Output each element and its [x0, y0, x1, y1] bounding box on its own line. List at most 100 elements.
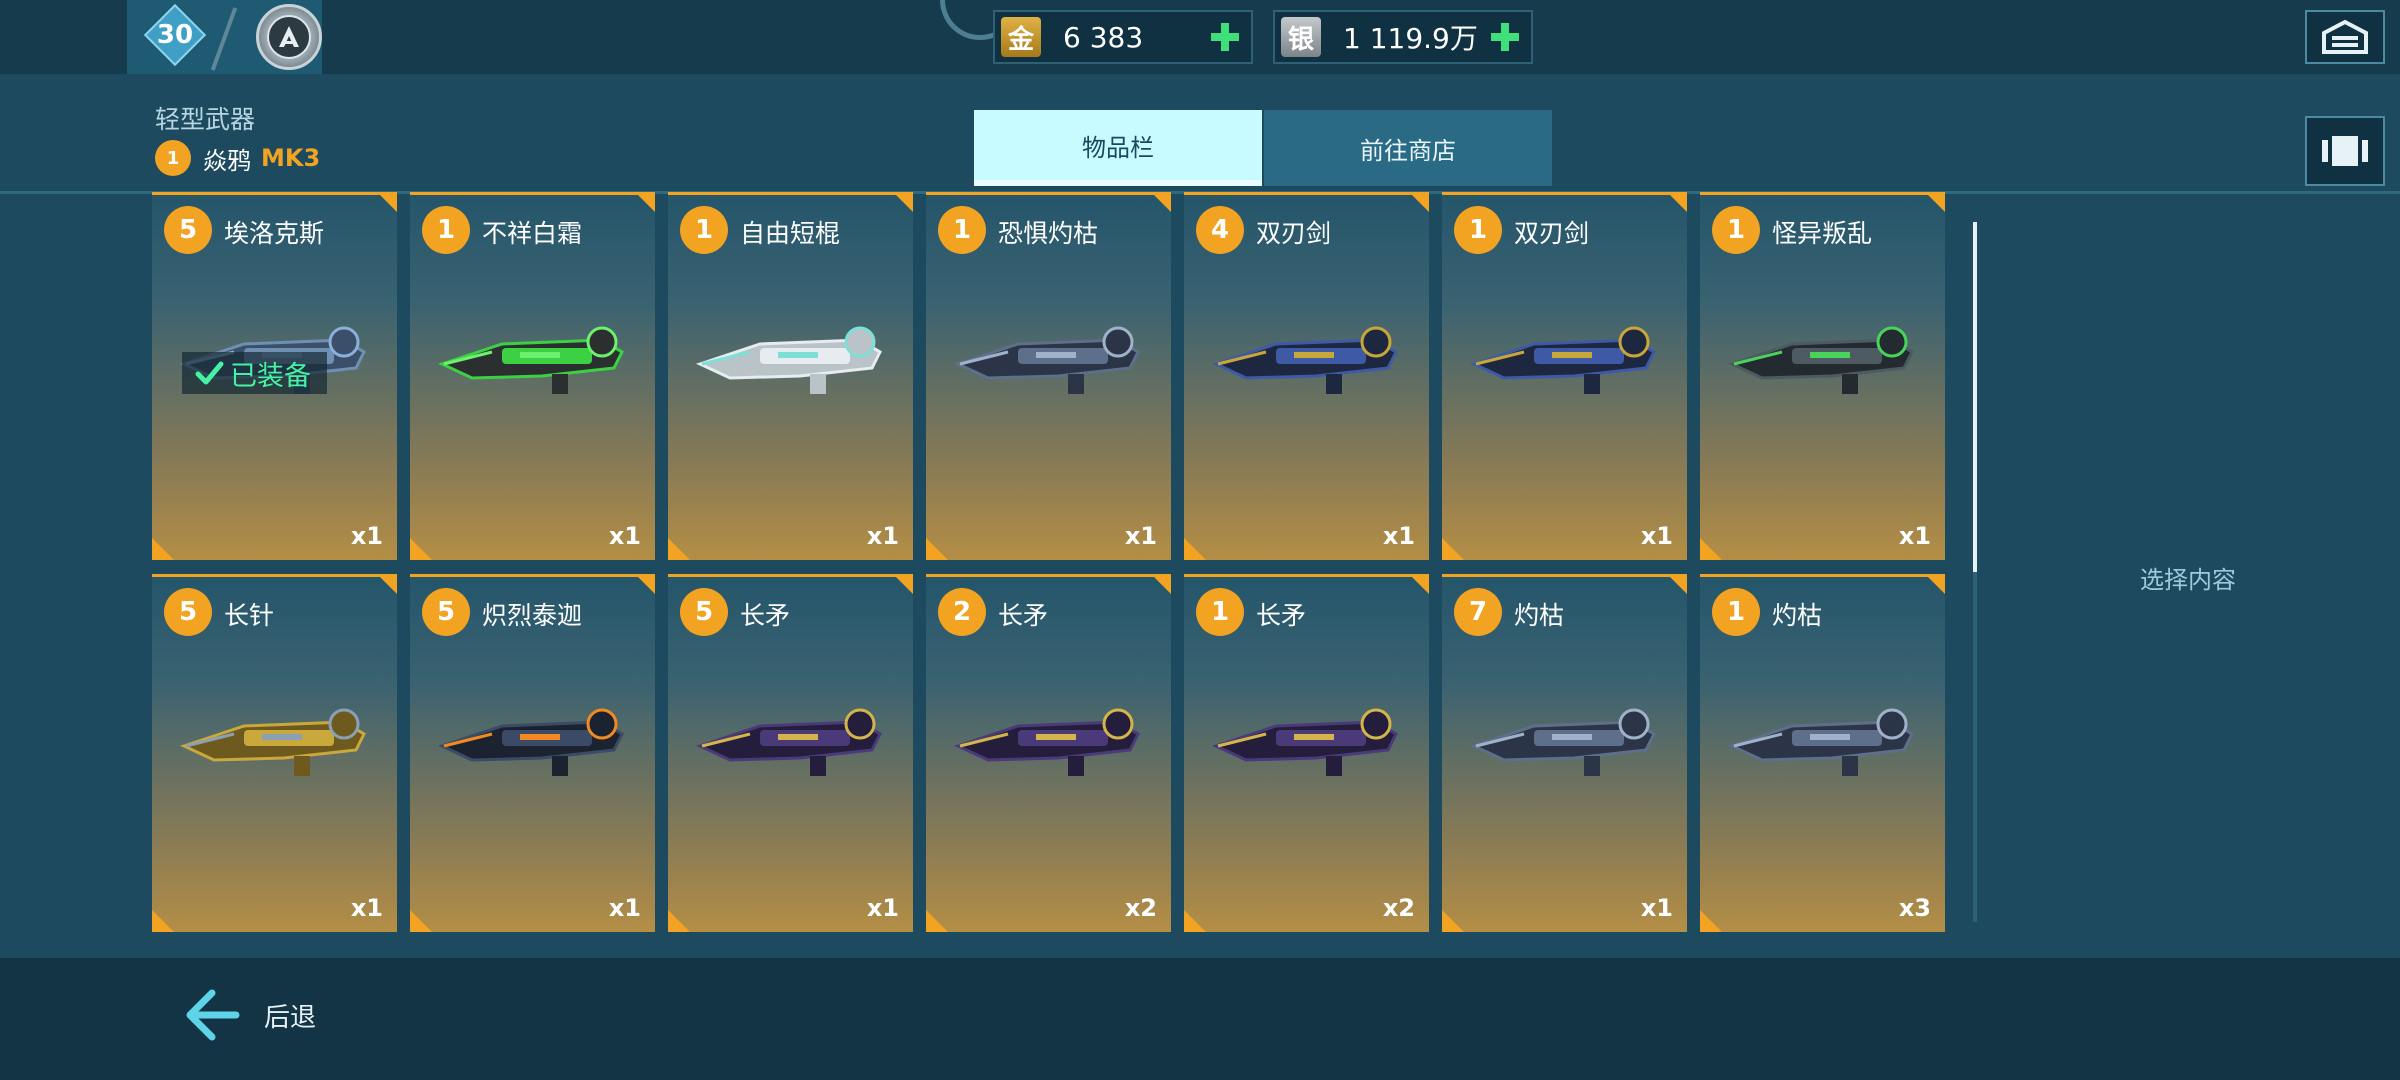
silver-icon: 银 [1281, 17, 1321, 57]
item-card[interactable]: 7 灼枯 x1 [1442, 574, 1687, 932]
card-corner-accent [1442, 538, 1464, 560]
card-corner-accent [1151, 192, 1171, 212]
weapon-icon [1464, 684, 1664, 794]
item-card[interactable]: 1 灼枯 x3 [1700, 574, 1945, 932]
item-name: 灼枯 [1514, 601, 1565, 630]
item-quantity: x1 [1382, 522, 1415, 550]
card-top-accent [668, 192, 913, 195]
rank-emblem-icon[interactable] [256, 4, 322, 70]
item-name: 长针 [224, 601, 275, 630]
item-level-badge: 1 [1712, 588, 1760, 636]
weapon-icon [432, 684, 632, 794]
item-quantity: x3 [1898, 894, 1931, 922]
equipped-label: 已装备 [230, 360, 311, 392]
card-corner-accent [926, 538, 948, 560]
card-corner-accent [1151, 574, 1171, 594]
item-name: 炽烈泰迦 [482, 601, 583, 630]
card-corner-accent [893, 574, 913, 594]
item-quantity: x1 [608, 522, 641, 550]
item-quantity: x1 [350, 894, 383, 922]
item-card[interactable]: 1 恐惧灼枯 x1 [926, 192, 1171, 560]
select-content-hint: 选择内容 [2140, 566, 2236, 594]
item-quantity: x1 [350, 522, 383, 550]
item-card[interactable]: 1 自由短棍 x1 [668, 192, 913, 560]
hangar-button[interactable] [2305, 10, 2385, 64]
weapon-icon [1722, 684, 1922, 794]
back-arrow-icon [186, 989, 240, 1041]
item-level-badge: 2 [938, 588, 986, 636]
player-level-value: 30 [156, 20, 194, 50]
card-corner-accent [1925, 192, 1945, 212]
card-corner-accent [1409, 574, 1429, 594]
item-name: 灼枯 [1772, 601, 1823, 630]
item-card[interactable]: 5 炽烈泰迦 x1 [410, 574, 655, 932]
loadout-icon [2322, 136, 2368, 166]
item-name: 长矛 [740, 601, 791, 630]
item-level-badge: 1 [1196, 588, 1244, 636]
card-top-accent [1184, 192, 1429, 195]
item-quantity: x2 [1382, 894, 1415, 922]
loadout-button[interactable] [2305, 116, 2385, 186]
gold-currency: 金 6 383 [993, 10, 1253, 64]
robot-mk: MK3 [261, 144, 321, 172]
rank-emblem-inner [267, 15, 311, 59]
card-corner-accent [410, 538, 432, 560]
item-card[interactable]: 5 长针 x1 [152, 574, 397, 932]
checkmark-icon [195, 361, 224, 385]
tab-inventory[interactable]: 物品栏 [974, 110, 1262, 186]
card-top-accent [926, 574, 1171, 577]
card-corner-accent [668, 910, 690, 932]
item-level-badge: 1 [1454, 206, 1502, 254]
item-name: 不祥白霜 [482, 219, 583, 248]
weapon-category-title: 轻型武器 [155, 105, 256, 134]
add-silver-icon[interactable] [1485, 17, 1525, 57]
card-top-accent [410, 574, 655, 577]
card-corner-accent [1184, 910, 1206, 932]
item-quantity: x1 [866, 894, 899, 922]
item-name: 长矛 [998, 601, 1049, 630]
robot-name: 焱鸦 [203, 146, 251, 175]
item-card[interactable]: 1 怪异叛乱 x1 [1700, 192, 1945, 560]
item-card[interactable]: 1 长矛 x2 [1184, 574, 1429, 932]
card-corner-accent [1442, 910, 1464, 932]
item-level-badge: 1 [422, 206, 470, 254]
equipped-indicator: 已装备 [182, 352, 327, 394]
item-card[interactable]: 1 双刃剑 x1 [1442, 192, 1687, 560]
card-top-accent [1700, 574, 1945, 577]
card-top-accent [1700, 192, 1945, 195]
card-corner-accent [893, 192, 913, 212]
back-label: 后退 [264, 1002, 317, 1033]
card-top-accent [410, 192, 655, 195]
item-level-badge: 5 [164, 206, 212, 254]
weapon-icon [432, 302, 632, 412]
scrollbar-thumb[interactable] [1973, 222, 1977, 572]
item-level-badge: 5 [422, 588, 470, 636]
item-name: 埃洛克斯 [224, 219, 325, 248]
add-gold-icon[interactable] [1205, 17, 1245, 57]
weapon-icon [1206, 684, 1406, 794]
item-card[interactable]: 2 长矛 x2 [926, 574, 1171, 932]
card-corner-accent [1925, 574, 1945, 594]
card-top-accent [152, 574, 397, 577]
card-corner-accent [635, 574, 655, 594]
card-corner-accent [1667, 574, 1687, 594]
card-top-accent [926, 192, 1171, 195]
item-quantity: x1 [1640, 522, 1673, 550]
item-card[interactable]: 5 埃洛克斯 x1 已装备 [152, 192, 397, 560]
card-corner-accent [926, 910, 948, 932]
card-top-accent [1184, 574, 1429, 577]
weapon-icon [690, 302, 890, 412]
card-top-accent [152, 192, 397, 195]
item-card[interactable]: 5 长矛 x1 [668, 574, 913, 932]
item-name: 恐惧灼枯 [998, 219, 1099, 248]
card-corner-accent [377, 574, 397, 594]
item-name: 长矛 [1256, 601, 1307, 630]
item-quantity: x1 [1640, 894, 1673, 922]
tab-shop[interactable]: 前往商店 [1264, 110, 1552, 186]
silver-value: 1 119.9万 [1343, 22, 1478, 55]
back-button[interactable]: 后退 [182, 985, 316, 1045]
item-level-badge: 5 [680, 588, 728, 636]
gold-icon: 金 [1001, 17, 1041, 57]
item-card[interactable]: 1 不祥白霜 x1 [410, 192, 655, 560]
item-card[interactable]: 4 双刃剑 x1 [1184, 192, 1429, 560]
